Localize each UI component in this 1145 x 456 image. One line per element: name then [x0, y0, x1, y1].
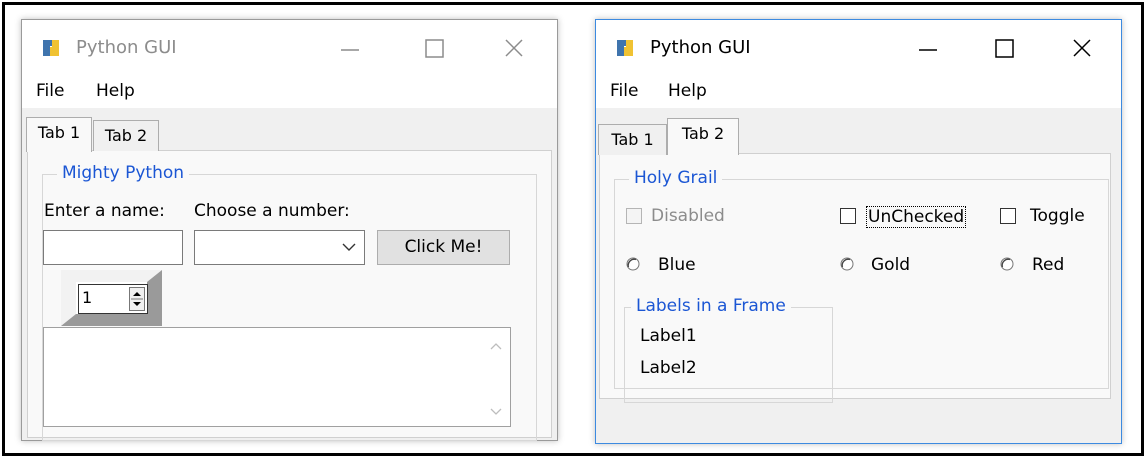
checkbox-disabled-label: Disabled: [651, 206, 725, 226]
tab-label: Tab 1: [37, 123, 81, 142]
spinbox[interactable]: 1: [78, 284, 148, 314]
menu-file[interactable]: File: [610, 81, 638, 101]
title-bar[interactable]: Python GUI: [22, 20, 557, 78]
checkbox-unchecked-label[interactable]: UnChecked: [866, 206, 967, 228]
tab-label: Tab 2: [104, 126, 148, 145]
checkbox-disabled: [626, 208, 642, 224]
checkbox-toggle[interactable]: [1000, 208, 1016, 224]
menu-file[interactable]: File: [36, 81, 64, 101]
minimize-icon[interactable]: [908, 28, 948, 68]
radio-gold-label[interactable]: Gold: [871, 255, 910, 275]
spinbox-value: 1: [82, 288, 93, 307]
label-1: Label1: [640, 326, 697, 346]
tab-label: Tab 1: [611, 130, 654, 149]
group-title: Holy Grail: [629, 168, 723, 188]
spinbox-frame: 1: [61, 270, 162, 326]
name-label: Enter a name:: [44, 201, 165, 221]
number-label: Choose a number:: [194, 201, 350, 221]
tab-2[interactable]: Tab 2: [93, 120, 159, 151]
radio-blue[interactable]: [626, 257, 640, 271]
menu-bar: File Help: [22, 78, 557, 108]
tab-1[interactable]: Tab 1: [26, 117, 92, 152]
maximize-icon[interactable]: [415, 28, 455, 68]
menu-help[interactable]: Help: [96, 81, 135, 101]
labels-frame-title: Labels in a Frame: [631, 296, 791, 316]
minimize-icon[interactable]: [330, 28, 370, 68]
radio-red-label[interactable]: Red: [1032, 255, 1064, 275]
spin-arrows-icon: [131, 292, 143, 306]
name-entry[interactable]: [43, 230, 183, 265]
scroll-up-icon[interactable]: [490, 342, 502, 350]
close-icon[interactable]: [494, 28, 534, 68]
spinbox-arrows[interactable]: [129, 287, 145, 311]
labels-frame: Labels in a Frame: [624, 296, 833, 403]
number-combobox[interactable]: [194, 230, 365, 265]
scrolled-text[interactable]: [43, 327, 511, 427]
checkbox-toggle-label[interactable]: Toggle: [1030, 206, 1085, 226]
chevron-down-icon: [342, 243, 356, 251]
tab-1[interactable]: Tab 1: [598, 124, 667, 155]
title-bar[interactable]: Python GUI: [596, 20, 1121, 78]
scroll-down-icon[interactable]: [490, 408, 502, 416]
checkbox-unchecked[interactable]: [840, 208, 856, 224]
maximize-icon[interactable]: [985, 28, 1025, 68]
close-icon[interactable]: [1062, 28, 1102, 68]
radio-blue-label[interactable]: Blue: [658, 255, 696, 275]
tab-label: Tab 2: [681, 124, 725, 143]
window-title: Python GUI: [650, 37, 751, 58]
left-window: Python GUI File Help Mighty Python Tab 1…: [21, 19, 558, 441]
window-title: Python GUI: [76, 37, 177, 58]
python-icon: [43, 40, 59, 56]
button-label: Click Me!: [404, 237, 483, 257]
menu-bar: File Help: [596, 78, 1121, 108]
tab-2[interactable]: Tab 2: [667, 118, 739, 155]
radio-red[interactable]: [1000, 257, 1014, 271]
right-window: Python GUI File Help Holy Grail Labels i…: [595, 19, 1122, 444]
click-me-button[interactable]: Click Me!: [377, 230, 510, 265]
group-title: Mighty Python: [57, 163, 190, 183]
python-icon: [617, 40, 633, 56]
menu-help[interactable]: Help: [668, 81, 707, 101]
radio-gold[interactable]: [840, 257, 854, 271]
label-2: Label2: [640, 358, 697, 378]
